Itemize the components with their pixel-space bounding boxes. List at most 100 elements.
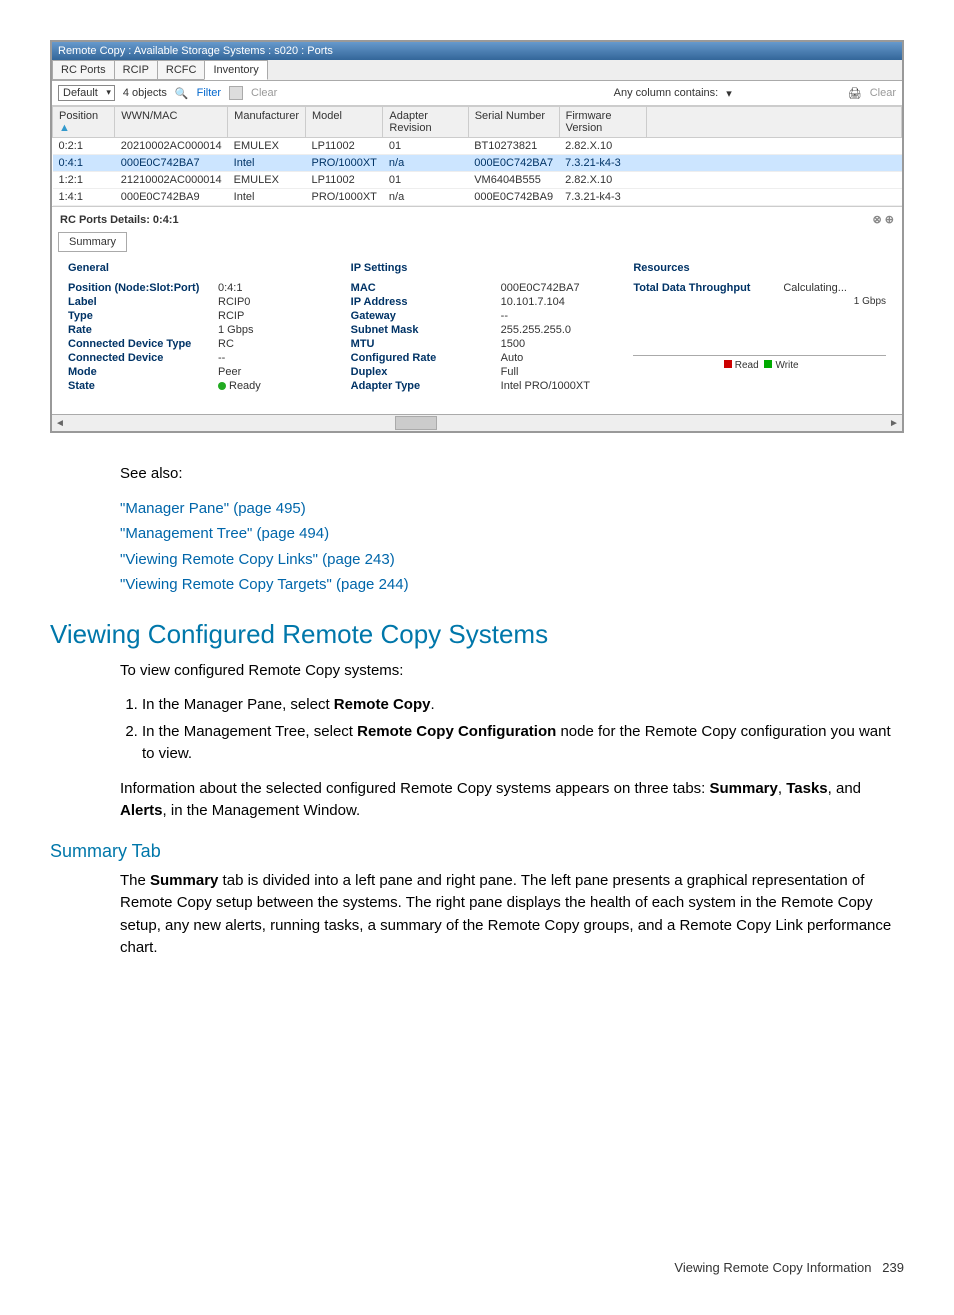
legend-write-swatch: [764, 360, 772, 368]
table-row[interactable]: 0:2:120210002AC000014EMULEXLP1100201BT10…: [53, 138, 902, 155]
throughput-label: Total Data Throughput: [633, 282, 783, 294]
col-rev[interactable]: Adapter Revision: [383, 107, 468, 138]
kv-value: 000E0C742BA7: [501, 282, 580, 294]
scroll-right-icon[interactable]: ►: [886, 418, 902, 429]
kv-label: IP Address: [351, 296, 501, 308]
printer-icon[interactable]: 🖨: [848, 87, 862, 100]
kv-row: MTU1500: [351, 338, 604, 350]
col-serial[interactable]: Serial Number: [468, 107, 559, 138]
link-rc-links[interactable]: "Viewing Remote Copy Links" (page 243): [120, 549, 904, 572]
clear-right-link[interactable]: Clear: [870, 87, 896, 99]
kv-row: Subnet Mask255.255.255.0: [351, 324, 604, 336]
clear-link[interactable]: Clear: [251, 87, 277, 99]
col-model[interactable]: Model: [305, 107, 382, 138]
kv-row: Connected Device--: [68, 352, 321, 364]
kv-row: Connected Device TypeRC: [68, 338, 321, 350]
tab-rcip[interactable]: RCIP: [114, 60, 158, 80]
throughput-value: Calculating...: [783, 282, 847, 294]
horizontal-scrollbar[interactable]: ◄ ►: [52, 414, 902, 431]
col-fw[interactable]: Firmware Version: [559, 107, 647, 138]
chart-legend: Read Write: [633, 360, 886, 371]
table-row[interactable]: 1:4:1000E0C742BA9IntelPRO/1000XTn/a000E0…: [53, 189, 902, 206]
kv-value: 10.101.7.104: [501, 296, 565, 308]
kv-label: Connected Device Type: [68, 338, 218, 350]
kv-row: Position (Node:Slot:Port)0:4:1: [68, 282, 321, 294]
summary-tab-paragraph: The Summary tab is divided into a left p…: [120, 870, 904, 960]
col-mfr[interactable]: Manufacturer: [228, 107, 306, 138]
kv-row: Adapter TypeIntel PRO/1000XT: [351, 380, 604, 392]
kv-label: Label: [68, 296, 218, 308]
kv-label: Rate: [68, 324, 218, 336]
kv-row: IP Address10.101.7.104: [351, 296, 604, 308]
kv-value: 1500: [501, 338, 525, 350]
kv-row: DuplexFull: [351, 366, 604, 378]
kv-value: 1 Gbps: [218, 324, 253, 336]
kv-row: LabelRCIP0: [68, 296, 321, 308]
kv-label: Type: [68, 310, 218, 322]
table-row[interactable]: 1:2:121210002AC000014EMULEXLP1100201VM64…: [53, 172, 902, 189]
link-management-tree[interactable]: "Management Tree" (page 494): [120, 523, 904, 546]
col-wwn[interactable]: WWN/MAC: [115, 107, 228, 138]
top-tabs: RC Ports RCIP RCFC Inventory: [52, 60, 902, 81]
scroll-thumb[interactable]: [395, 416, 437, 430]
tab-inventory[interactable]: Inventory: [204, 60, 267, 80]
kv-row: Gateway--: [351, 310, 604, 322]
kv-value: Peer: [218, 366, 241, 378]
see-also-label: See also:: [120, 463, 904, 486]
scroll-left-icon[interactable]: ◄: [52, 418, 68, 429]
tab-rcfc[interactable]: RCFC: [157, 60, 206, 80]
filter-icon: 🔍: [175, 87, 189, 100]
kv-value: 255.255.255.0: [501, 324, 571, 336]
table-row[interactable]: 0:4:1000E0C742BA7IntelPRO/1000XTn/a000E0…: [53, 155, 902, 172]
filter-link[interactable]: Filter: [197, 87, 221, 99]
kv-row: MAC000E0C742BA7: [351, 282, 604, 294]
kv-label: Subnet Mask: [351, 324, 501, 336]
details-title-bar: RC Ports Details: 0:4:1 ⊗ ⊕: [52, 206, 902, 232]
app-window: Remote Copy : Available Storage Systems …: [50, 40, 904, 433]
sort-asc-icon: ▲: [59, 122, 70, 134]
collapse-icon[interactable]: ⊗: [873, 214, 882, 226]
legend-read-swatch: [724, 360, 732, 368]
step-1: In the Manager Pane, select Remote Copy.: [142, 694, 904, 717]
ports-table: Position ▲ WWN/MAC Manufacturer Model Ad…: [52, 106, 902, 206]
kv-value: --: [501, 310, 508, 322]
col-position[interactable]: Position ▲: [53, 107, 115, 138]
any-column-label: Any column contains:: [614, 87, 719, 99]
kv-row: Configured RateAuto: [351, 352, 604, 364]
throughput-chart: 1 Gbps: [633, 296, 886, 356]
steps-list: In the Manager Pane, select Remote Copy.…: [120, 694, 904, 766]
chart-ymax: 1 Gbps: [854, 296, 886, 307]
resources-heading: Resources: [633, 262, 886, 274]
kv-value: RC: [218, 338, 234, 350]
clear-icon: [229, 86, 243, 100]
expand-icon[interactable]: ⊕: [885, 214, 894, 226]
kv-label: MTU: [351, 338, 501, 350]
status-dot-icon: [218, 382, 226, 390]
details-panel: General Position (Node:Slot:Port)0:4:1 La…: [52, 252, 902, 414]
section-heading: Viewing Configured Remote Copy Systems: [50, 619, 904, 650]
kv-label: Adapter Type: [351, 380, 501, 392]
kv-value: Full: [501, 366, 519, 378]
summary-subtab[interactable]: Summary: [58, 232, 127, 252]
kv-value: 0:4:1: [218, 282, 242, 294]
any-column-dropdown-icon[interactable]: ▾: [726, 87, 732, 100]
step-2: In the Management Tree, select Remote Co…: [142, 721, 904, 766]
kv-label: Duplex: [351, 366, 501, 378]
kv-label: Gateway: [351, 310, 501, 322]
kv-row: StateReady: [68, 380, 321, 392]
general-heading: General: [68, 262, 321, 274]
resources-column: Resources Total Data Throughput Calculat…: [633, 262, 886, 394]
link-rc-targets[interactable]: "Viewing Remote Copy Targets" (page 244): [120, 574, 904, 597]
kv-row: TypeRCIP: [68, 310, 321, 322]
subsection-heading: Summary Tab: [50, 841, 904, 862]
kv-row: Rate1 Gbps: [68, 324, 321, 336]
link-manager-pane[interactable]: "Manager Pane" (page 495): [120, 498, 904, 521]
template-dropdown[interactable]: Default: [58, 85, 115, 101]
window-title: Remote Copy : Available Storage Systems …: [52, 42, 902, 60]
details-title: RC Ports Details: 0:4:1: [60, 214, 179, 226]
kv-row: ModePeer: [68, 366, 321, 378]
kv-value: RCIP0: [218, 296, 250, 308]
kv-value: --: [218, 352, 225, 364]
tab-rc-ports[interactable]: RC Ports: [52, 60, 115, 80]
page-footer: Viewing Remote Copy Information 239: [50, 1260, 904, 1275]
